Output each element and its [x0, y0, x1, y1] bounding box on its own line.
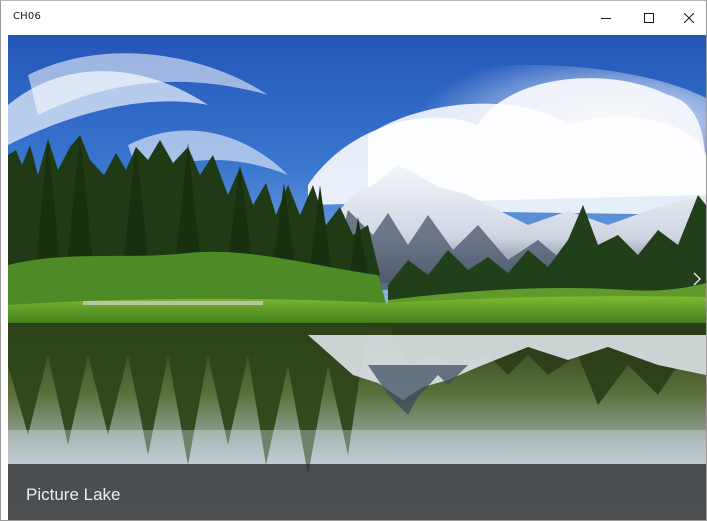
maximize-icon	[644, 13, 654, 23]
caption-bar: Picture Lake	[8, 464, 706, 520]
photo-viewer[interactable]: Picture Lake	[8, 35, 706, 520]
minimize-button[interactable]	[584, 1, 628, 35]
close-button[interactable]	[667, 1, 706, 35]
close-icon	[684, 13, 694, 23]
title-bar[interactable]: CH06	[1, 1, 706, 35]
window-title: CH06	[13, 11, 42, 22]
maximize-button[interactable]	[627, 1, 671, 35]
minimize-icon	[601, 18, 611, 19]
landscape-photo	[8, 35, 706, 520]
app-window: CH06 Picture Lake	[0, 0, 707, 521]
chevron-right-icon[interactable]	[692, 271, 702, 287]
photo-caption: Picture Lake	[26, 485, 121, 504]
